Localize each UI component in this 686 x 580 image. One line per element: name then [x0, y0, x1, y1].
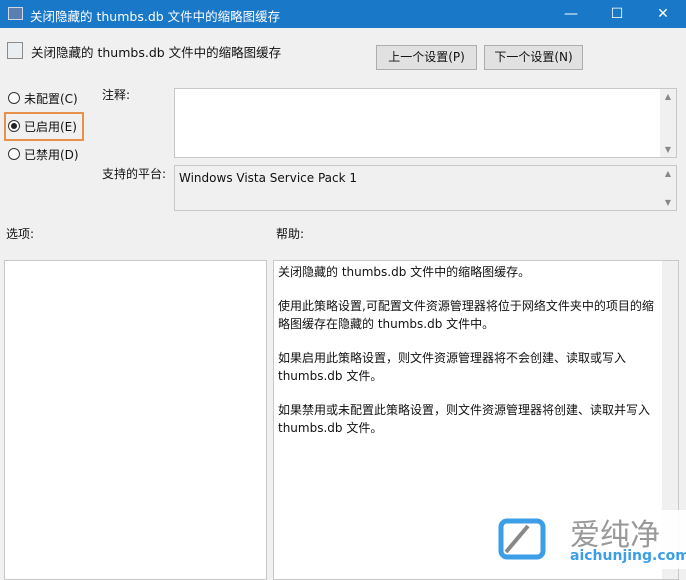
title-bar: 关闭隐藏的 thumbs.db 文件中的缩略图缓存 — ☐ ✕: [0, 0, 686, 28]
radio-label: 未配置(C): [24, 91, 78, 106]
comment-input[interactable]: ▲ ▼: [174, 88, 677, 158]
options-pane: [4, 260, 267, 580]
help-paragraph: 关闭隐藏的 thumbs.db 文件中的缩略图缓存。: [278, 265, 531, 279]
close-button[interactable]: ✕: [640, 0, 686, 28]
comment-label: 注释:: [102, 88, 131, 102]
minimize-button[interactable]: —: [548, 0, 594, 28]
watermark-url: aichunjing.com: [570, 548, 686, 564]
watermark: 爱纯净 aichunjing.com: [490, 510, 686, 569]
policy-title: 关闭隐藏的 thumbs.db 文件中的缩略图缓存: [31, 45, 282, 60]
radio-label: 已启用(E): [24, 119, 77, 134]
radio-circle: [8, 92, 20, 104]
platform-value: Windows Vista Service Pack 1: [179, 171, 357, 185]
help-paragraph: 使用此策略设置,可配置文件资源管理器将位于网络文件夹中的项目的缩略图缓存在隐藏的…: [278, 299, 654, 331]
options-label: 选项:: [6, 227, 35, 241]
policy-icon: [7, 42, 23, 59]
platform-field: Windows Vista Service Pack 1 ▲ ▼: [174, 165, 677, 211]
help-label: 帮助:: [276, 227, 305, 241]
radio-enabled[interactable]: 已启用(E): [8, 116, 77, 136]
radio-not-configured[interactable]: 未配置(C): [8, 88, 78, 108]
help-paragraph: 如果启用此策略设置，则文件资源管理器将不会创建、读取或写入 thumbs.db …: [278, 351, 627, 383]
next-setting-button[interactable]: 下一个设置(N): [484, 45, 583, 70]
previous-setting-button[interactable]: 上一个设置(P): [376, 45, 477, 70]
radio-circle: [8, 148, 20, 160]
window-title: 关闭隐藏的 thumbs.db 文件中的缩略图缓存: [30, 9, 281, 24]
radio-disabled[interactable]: 已禁用(D): [8, 144, 79, 164]
platform-scrollbar[interactable]: ▲ ▼: [660, 166, 676, 210]
radio-circle: [8, 120, 20, 132]
maximize-button[interactable]: ☐: [594, 0, 640, 28]
watermark-logo-icon: [498, 518, 546, 560]
comment-scrollbar[interactable]: ▲ ▼: [660, 89, 676, 157]
radio-label: 已禁用(D): [24, 147, 79, 162]
help-paragraph: 如果禁用或未配置此策略设置，则文件资源管理器将创建、读取并写入 thumbs.d…: [278, 403, 651, 435]
app-icon: [8, 7, 23, 20]
platform-label: 支持的平台:: [102, 167, 167, 181]
